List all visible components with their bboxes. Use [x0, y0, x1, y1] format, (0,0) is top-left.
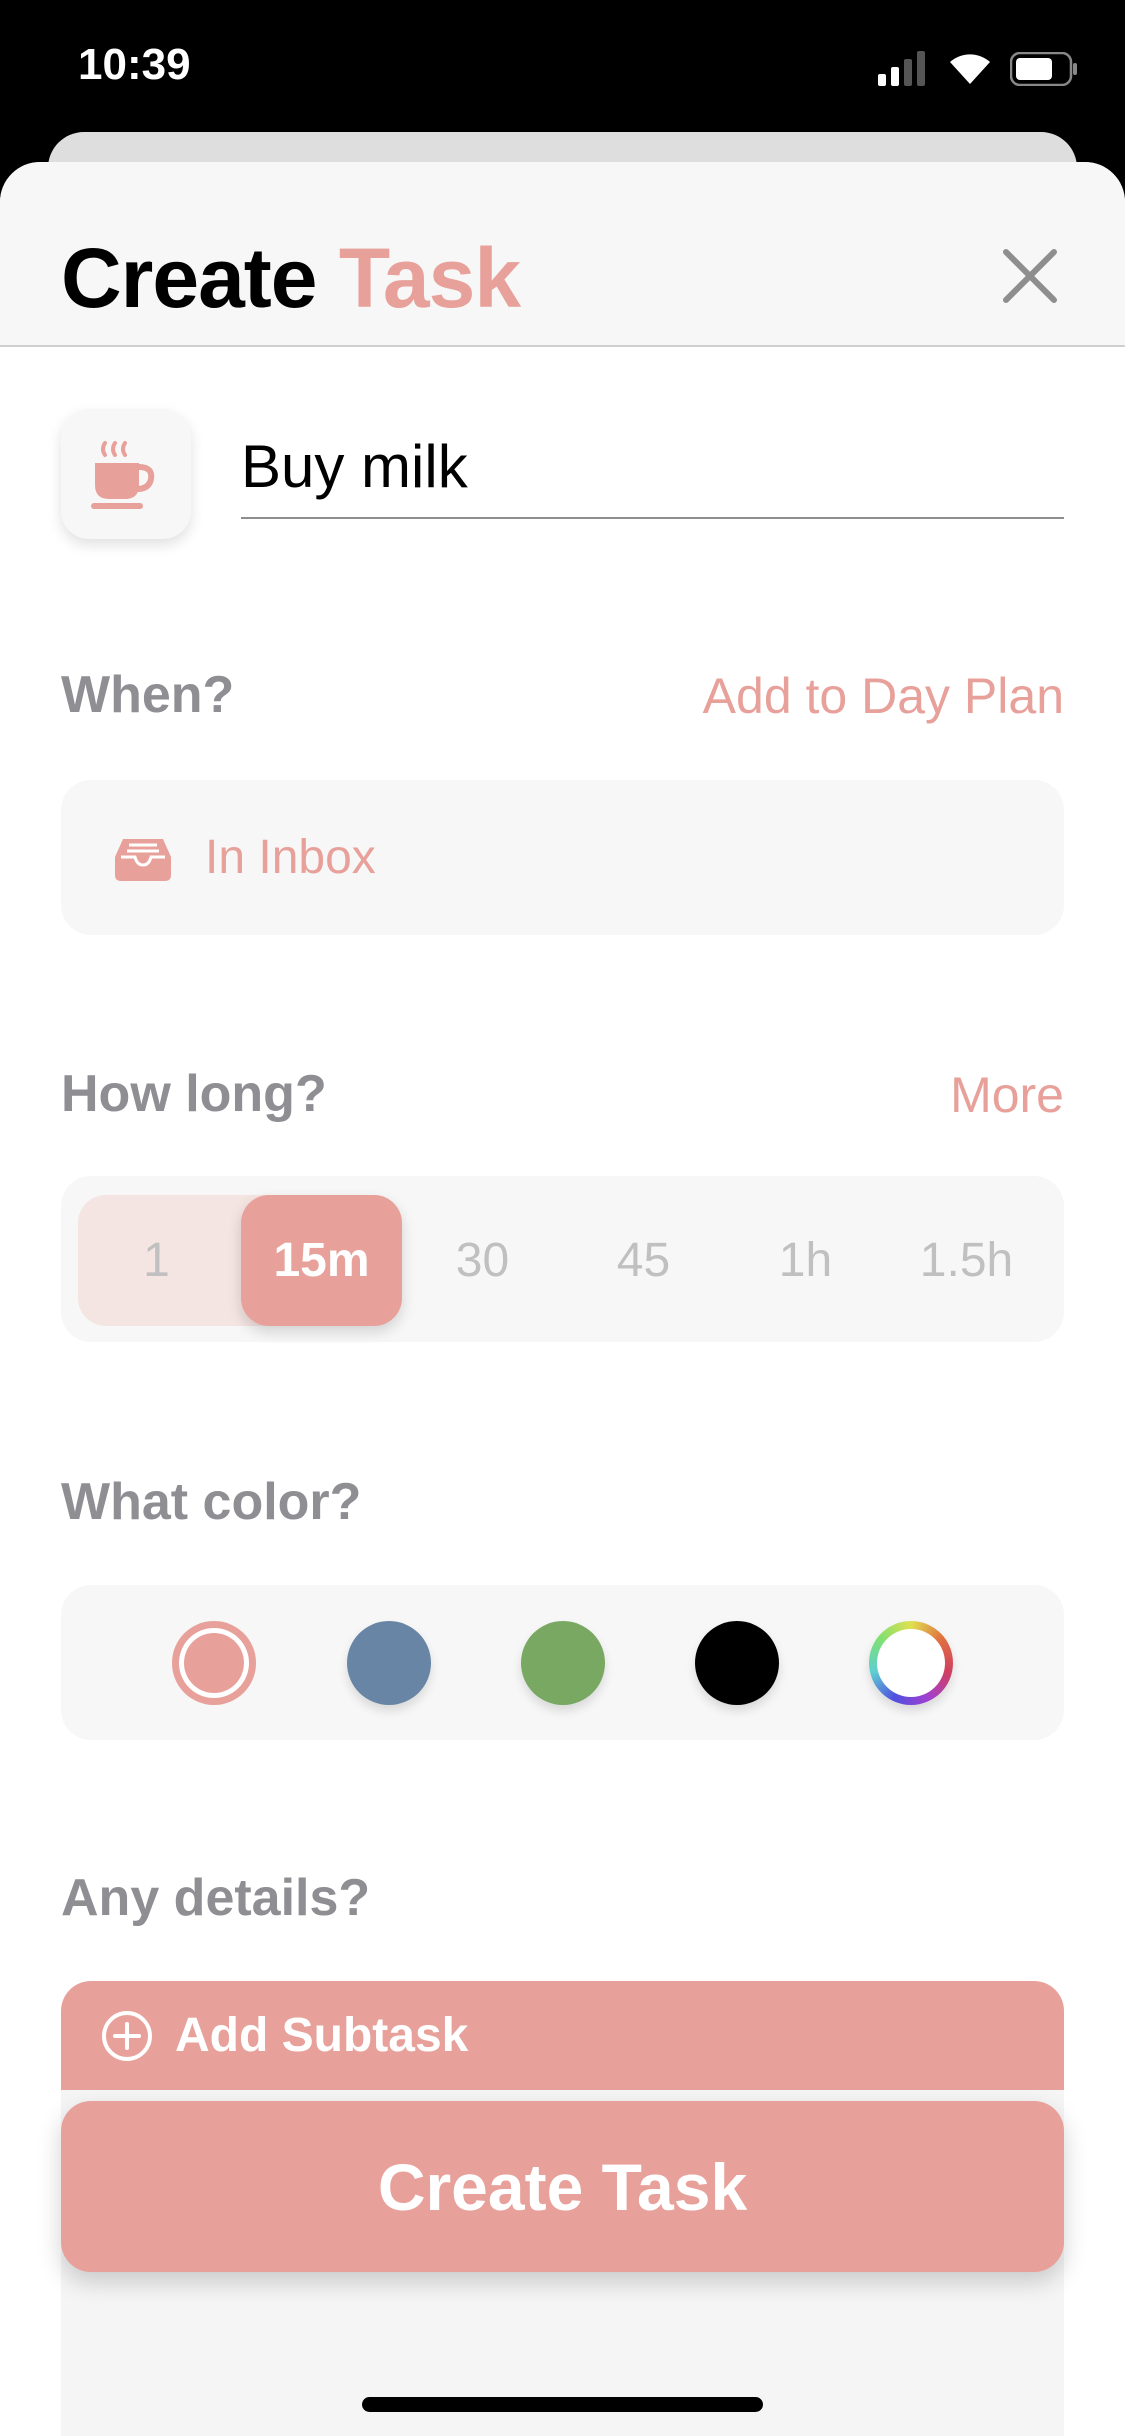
duration-option-15m[interactable]: 15m	[241, 1195, 402, 1326]
sheet-header: Create Task	[0, 162, 1125, 347]
close-icon[interactable]	[1000, 246, 1060, 306]
color-swatch-black[interactable]	[695, 1621, 779, 1705]
color-swatch-green[interactable]	[521, 1621, 605, 1705]
battery-icon	[1009, 51, 1080, 91]
custom-color-wheel-icon[interactable]	[869, 1621, 953, 1705]
inbox-selector[interactable]: In Inbox	[61, 780, 1064, 935]
what-color-label: What color?	[61, 1473, 362, 1531]
add-subtask-button[interactable]: Add Subtask	[61, 1981, 1064, 2090]
wifi-icon	[946, 48, 994, 91]
signal-icon	[878, 50, 930, 91]
create-task-sheet: Create Task When? Add to Day Plan In Inb…	[0, 162, 1125, 2436]
add-to-day-plan-link[interactable]: Add to Day Plan	[703, 667, 1064, 725]
create-task-button[interactable]: Create Task	[61, 2101, 1064, 2272]
task-icon-button[interactable]	[61, 409, 191, 539]
more-durations-link[interactable]: More	[950, 1066, 1064, 1124]
inbox-tray-icon	[115, 838, 171, 881]
duration-option-45[interactable]: 45	[563, 1195, 724, 1326]
duration-option-1[interactable]: 1	[76, 1195, 237, 1326]
any-details-label: Any details?	[61, 1869, 371, 1927]
duration-option-1h[interactable]: 1h	[725, 1195, 886, 1326]
inbox-label: In Inbox	[205, 831, 376, 884]
color-swatch-blue[interactable]	[347, 1621, 431, 1705]
color-swatch-pink-selected[interactable]	[172, 1621, 256, 1705]
duration-option-30[interactable]: 30	[402, 1195, 563, 1326]
coffee-cup-icon	[91, 441, 155, 509]
page-title: Create Task	[61, 230, 521, 327]
title-prefix: Create	[61, 231, 317, 325]
how-long-label: How long?	[61, 1065, 327, 1123]
task-name-input[interactable]	[241, 425, 1064, 519]
home-indicator	[362, 2397, 763, 2412]
title-accent: Task	[338, 231, 521, 325]
status-time: 10:39	[78, 40, 191, 89]
color-picker	[61, 1585, 1064, 1740]
plus-circle-icon	[102, 2010, 152, 2061]
when-label: When?	[61, 666, 235, 724]
duration-option-1-5h[interactable]: 1.5h	[886, 1195, 1047, 1326]
add-subtask-label: Add Subtask	[175, 2009, 469, 2062]
duration-selector: 1 15m 30 45 1h 1.5h	[61, 1176, 1064, 1342]
